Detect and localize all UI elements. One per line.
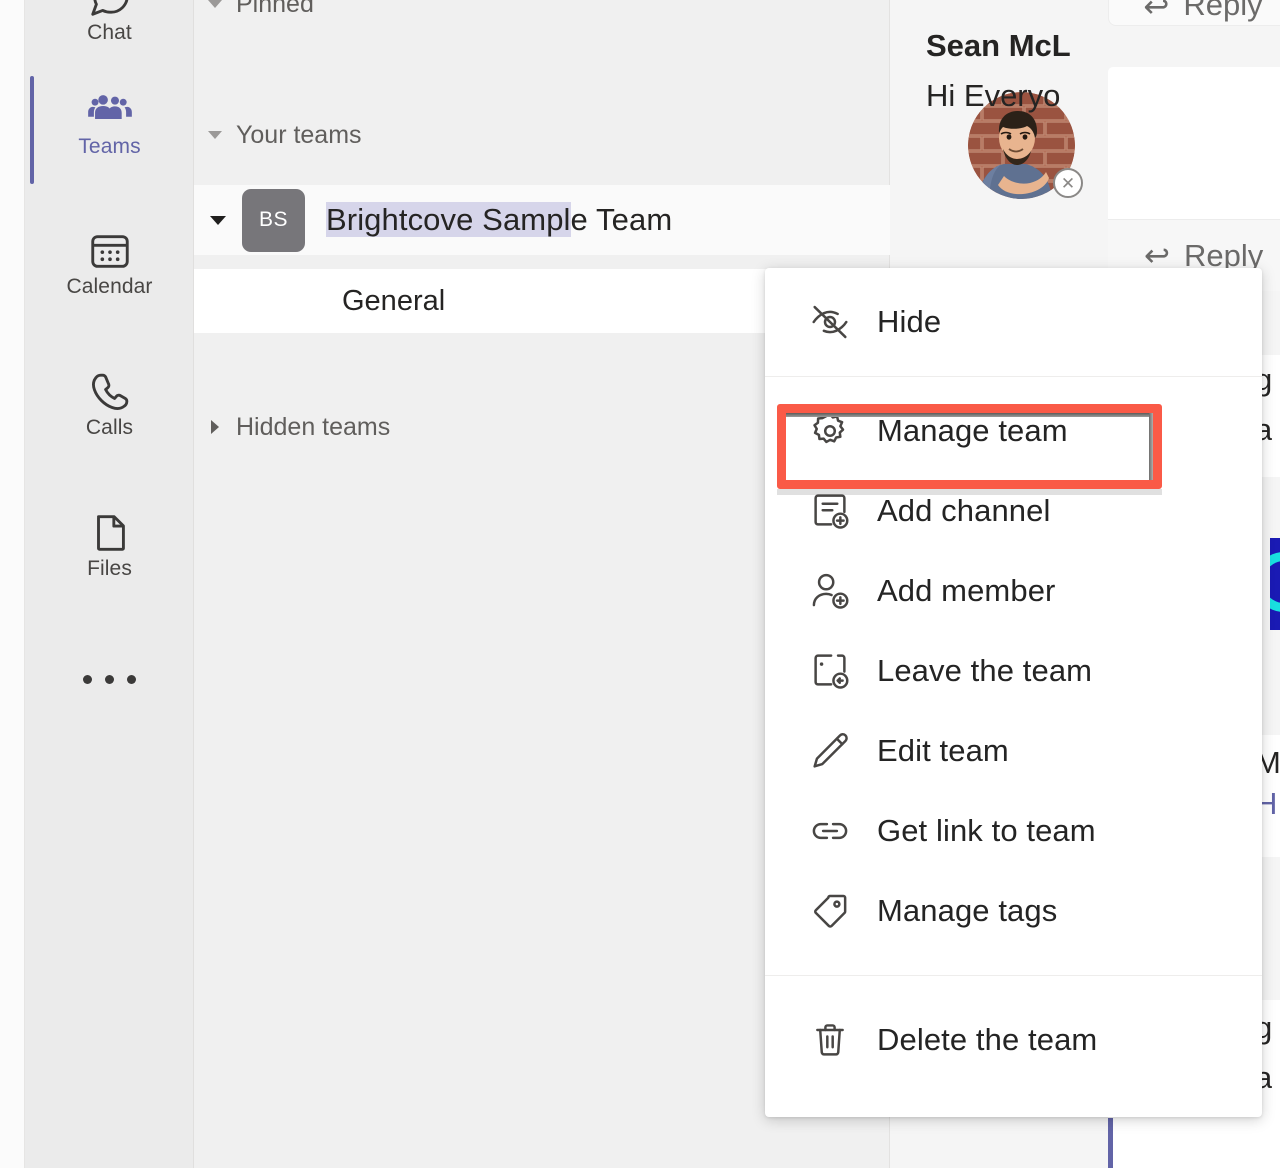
pencil-icon <box>807 727 865 775</box>
menu-gap <box>765 951 1262 975</box>
rail-label-files: Files <box>87 557 132 580</box>
menu-label-add-channel: Add channel <box>877 493 1051 528</box>
team-context-menu: Hide Manage team Add channel Add member … <box>765 268 1262 1117</box>
rail-label-calls: Calls <box>85 416 134 439</box>
gear-icon <box>807 407 865 455</box>
teams-app-window: Chat Teams Calendar Calls Files Pinned Y… <box>0 0 1280 1168</box>
menu-label-edit-team: Edit team <box>877 733 1009 768</box>
reply-arrow-icon: ↩ <box>1143 0 1170 24</box>
trash-icon <box>807 1016 865 1064</box>
rail-item-teams[interactable]: Teams <box>25 88 194 160</box>
link-icon <box>807 807 865 855</box>
message-card <box>1108 67 1280 219</box>
menu-item-hide[interactable]: Hide <box>765 282 1262 362</box>
menu-gap <box>765 362 1262 376</box>
reply-label-above: Reply <box>1183 0 1263 22</box>
app-rail: Chat Teams Calendar Calls Files <box>25 0 194 1168</box>
menu-label-manage-tags: Manage tags <box>877 893 1058 928</box>
teams-icon <box>87 88 133 134</box>
menu-item-get-link-to-team[interactable]: Get link to team <box>765 791 1262 871</box>
team-name-selected-text: Brightcove Sampl <box>326 202 571 237</box>
menu-item-leave-the-team[interactable]: Leave the team <box>765 631 1262 711</box>
chevron-down-icon <box>194 131 236 139</box>
add-member-icon <box>807 567 865 615</box>
menu-item-edit-team[interactable]: Edit team <box>765 711 1262 791</box>
menu-label-manage-team: Manage team <box>877 413 1068 448</box>
message-author: Sean McL <box>926 28 1071 63</box>
rail-label-chat: Chat <box>87 21 132 44</box>
calls-icon <box>87 369 133 415</box>
chevron-down-icon <box>194 0 236 8</box>
team-initials: BS <box>258 208 288 231</box>
rail-overflow-button[interactable] <box>25 675 194 684</box>
eye-off-icon <box>807 298 865 346</box>
team-name-rest-text: e Team <box>570 202 673 237</box>
menu-item-add-member[interactable]: Add member <box>765 551 1262 631</box>
menu-label-add-member: Add member <box>877 573 1056 608</box>
group-label-your-teams: Your teams <box>236 120 362 149</box>
channel-label-general: General <box>342 284 446 317</box>
team-avatar: BS <box>242 188 305 252</box>
compose-box[interactable] <box>1108 1118 1280 1168</box>
group-label-hidden-teams: Hidden teams <box>236 412 391 441</box>
menu-label-hide: Hide <box>877 304 942 339</box>
calendar-icon <box>87 228 133 274</box>
chat-icon <box>87 0 133 20</box>
overflow-dot <box>83 675 92 684</box>
menu-label-delete-the-team: Delete the team <box>877 1022 1098 1057</box>
rail-label-teams: Teams <box>78 135 141 158</box>
menu-item-manage-tags[interactable]: Manage tags <box>765 871 1262 951</box>
rail-item-calls[interactable]: Calls <box>25 369 194 441</box>
menu-label-leave-the-team: Leave the team <box>877 653 1093 688</box>
menu-item-add-channel[interactable]: Add channel <box>765 471 1262 551</box>
overflow-dot <box>105 675 114 684</box>
chevron-right-icon <box>194 420 236 434</box>
team-row-brightcove-sample-team[interactable]: BS Brightcove Sample Team <box>194 185 890 255</box>
menu-top-padding <box>765 268 1262 282</box>
overflow-dot <box>127 675 136 684</box>
team-name: Brightcove Sample Team <box>326 202 672 238</box>
image-thumbnail[interactable] <box>1270 538 1280 630</box>
presence-badge-offline: ✕ <box>1053 168 1083 198</box>
reply-bar-above[interactable]: ↩ Reply <box>1108 0 1280 26</box>
group-header-your-teams[interactable]: Your teams <box>194 115 890 155</box>
files-icon <box>87 510 133 556</box>
group-label-pinned: Pinned <box>236 0 314 18</box>
menu-gap <box>765 377 1262 391</box>
rail-item-chat[interactable]: Chat <box>25 0 194 46</box>
rail-label-calendar: Calendar <box>66 275 153 298</box>
menu-label-get-link-to-team: Get link to team <box>877 813 1096 848</box>
rail-item-calendar[interactable]: Calendar <box>25 228 194 300</box>
add-channel-icon <box>807 487 865 535</box>
tag-icon <box>807 887 865 935</box>
menu-gap <box>765 976 1262 1000</box>
menu-item-manage-team[interactable]: Manage team <box>765 391 1262 471</box>
message-text: Hi Everyo <box>926 78 1061 113</box>
group-header-pinned[interactable]: Pinned <box>194 0 890 24</box>
rail-item-files[interactable]: Files <box>25 510 194 582</box>
left-gutter <box>0 0 25 1168</box>
chevron-down-icon[interactable] <box>194 215 242 225</box>
leave-team-icon <box>807 647 865 695</box>
menu-item-delete-the-team[interactable]: Delete the team <box>765 1000 1262 1080</box>
